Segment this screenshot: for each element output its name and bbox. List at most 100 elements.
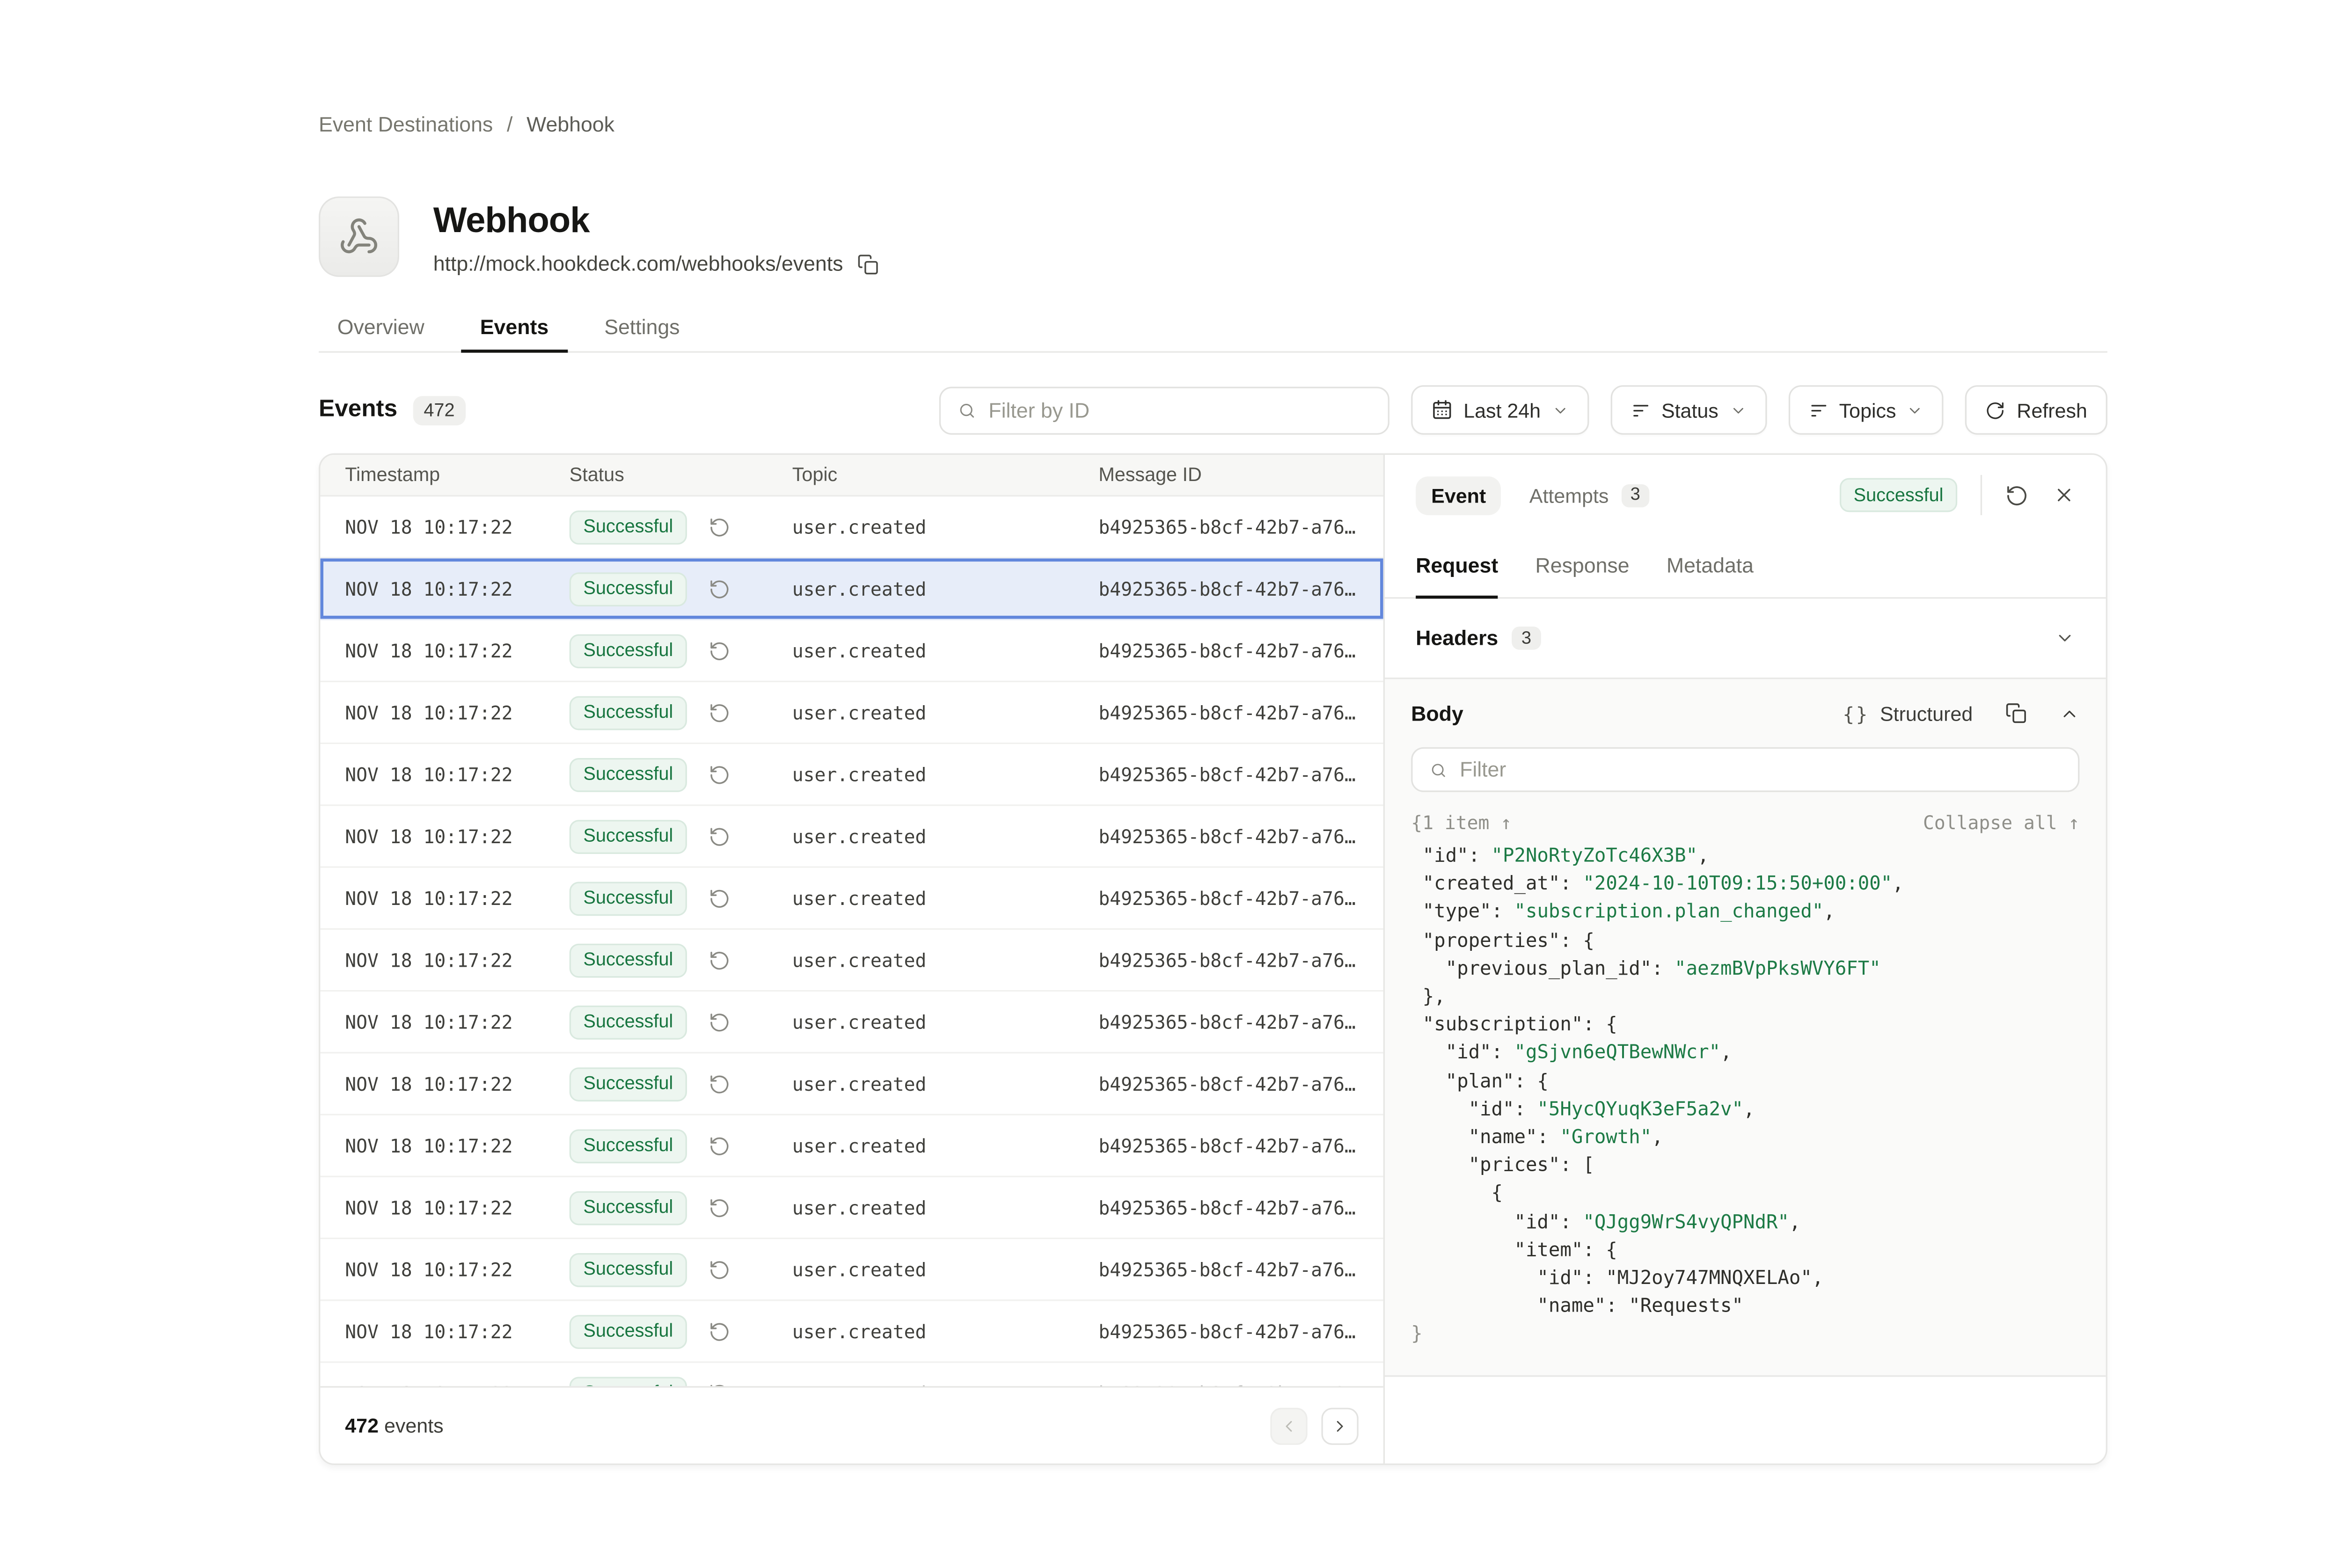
json-viewer: "id": "P2NoRtyZoTc46X3B", "created_at": … — [1411, 842, 2079, 1349]
event-row[interactable]: NOV 18 10:17:22 Successful user.created … — [320, 1116, 1383, 1177]
row-retry-button[interactable] — [709, 949, 730, 970]
event-row[interactable]: NOV 18 10:17:22 Successful user.created … — [320, 744, 1383, 806]
subtab-request[interactable]: Request — [1416, 535, 1498, 597]
row-status-badge: Successful — [570, 634, 687, 668]
search-icon — [1430, 760, 1448, 779]
tab-overview[interactable]: Overview — [319, 308, 443, 351]
headers-section-toggle[interactable]: Headers 3 — [1385, 598, 2106, 678]
body-filter-input[interactable] — [1460, 758, 2061, 781]
event-row[interactable]: NOV 18 10:17:22 Successful user.created … — [320, 496, 1383, 558]
event-row[interactable]: NOV 18 10:17:22 Successful user.created … — [320, 1239, 1383, 1301]
chevron-right-icon — [1331, 1416, 1349, 1435]
retry-icon — [709, 949, 730, 970]
prev-page-button[interactable] — [1270, 1407, 1307, 1444]
row-retry-button[interactable] — [709, 640, 730, 661]
breadcrumb-parent[interactable]: Event Destinations — [319, 113, 493, 136]
row-retry-button[interactable] — [709, 578, 730, 599]
detail-header: Event Attempts 3 Successful — [1385, 455, 2106, 535]
filter-by-id-input[interactable] — [988, 398, 1371, 422]
calendar-icon — [1431, 399, 1453, 421]
root-item-toggle[interactable]: {1 item ↑ — [1411, 812, 1512, 834]
tab-events[interactable]: Events — [461, 308, 567, 351]
row-retry-button[interactable] — [709, 516, 730, 538]
event-row[interactable]: NOV 18 10:17:22 Successful user.created … — [320, 806, 1383, 868]
row-retry-button[interactable] — [709, 1196, 730, 1218]
row-topic: user.created — [792, 640, 1099, 661]
row-message-id: b4925365-b8cf-42b7-a76… — [1098, 1259, 1383, 1280]
page-title: Webhook — [433, 199, 879, 241]
row-status-badge: Successful — [570, 757, 687, 791]
row-message-id: b4925365-b8cf-42b7-a76… — [1098, 1196, 1383, 1218]
row-retry-button[interactable] — [709, 1135, 730, 1156]
row-message-id: b4925365-b8cf-42b7-a76… — [1098, 825, 1383, 847]
date-range-button[interactable]: Last 24h — [1411, 385, 1589, 435]
copy-url-button[interactable] — [857, 253, 878, 275]
event-row[interactable]: NOV 18 10:17:22 Successful user.created … — [320, 559, 1383, 620]
divider — [1981, 475, 1982, 515]
retry-icon — [709, 701, 730, 723]
row-retry-button[interactable] — [709, 1320, 730, 1342]
row-retry-button[interactable] — [709, 1011, 730, 1033]
row-message-id: b4925365-b8cf-42b7-a76… — [1098, 1135, 1383, 1156]
row-status-badge: Successful — [570, 1129, 687, 1163]
row-status-badge: Successful — [570, 1190, 687, 1225]
event-row[interactable]: NOV 18 10:17:22 Successful user.created … — [320, 1177, 1383, 1239]
tab-settings[interactable]: Settings — [586, 308, 699, 351]
events-total: 472 events — [345, 1414, 443, 1437]
row-retry-button[interactable] — [709, 764, 730, 785]
row-message-id: b4925365-b8cf-42b7-a76… — [1098, 701, 1383, 723]
next-page-button[interactable] — [1321, 1407, 1358, 1444]
row-timestamp: NOV 18 10:17:22 — [345, 1320, 569, 1342]
subtab-metadata[interactable]: Metadata — [1667, 535, 1754, 597]
chevron-down-icon — [2055, 628, 2075, 648]
event-row[interactable]: NOV 18 10:17:22 Successful user.created … — [320, 1301, 1383, 1363]
event-row[interactable]: NOV 18 10:17:22 Successful user.created … — [320, 620, 1383, 682]
body-filter-search[interactable] — [1411, 747, 2079, 792]
row-retry-button[interactable] — [709, 701, 730, 723]
row-retry-button[interactable] — [709, 1259, 730, 1280]
row-topic: user.created — [792, 1073, 1099, 1094]
row-timestamp: NOV 18 10:17:22 — [345, 1196, 569, 1218]
structured-toggle[interactable]: {} Structured — [1843, 701, 1973, 725]
status-filter-button[interactable]: Status — [1610, 385, 1766, 435]
collapse-body-button[interactable] — [2059, 703, 2079, 723]
col-topic: Topic — [792, 464, 1099, 486]
row-message-id: b4925365-b8cf-42b7-a76… — [1098, 764, 1383, 785]
retry-icon — [709, 516, 730, 538]
row-message-id: b4925365-b8cf-42b7-a76… — [1098, 949, 1383, 970]
detail-tab-attempts[interactable]: Attempts 3 — [1529, 483, 1650, 507]
event-row[interactable]: NOV 18 10:17:22 Successful user.created … — [320, 992, 1383, 1053]
filter-lines-icon — [1808, 400, 1828, 420]
close-panel-button[interactable] — [2053, 484, 2075, 506]
detail-tab-event[interactable]: Event — [1416, 476, 1501, 515]
page-tabs: Overview Events Settings — [319, 308, 2107, 353]
event-row[interactable]: NOV 18 10:17:22 Successful user.created … — [320, 1053, 1383, 1115]
row-retry-button[interactable] — [709, 1073, 730, 1094]
filter-by-id-search[interactable] — [939, 386, 1389, 434]
braces-icon: {} — [1843, 701, 1869, 725]
row-timestamp: NOV 18 10:17:22 — [345, 1259, 569, 1280]
event-row[interactable]: NOV 18 10:17:22 Successful user.created … — [320, 1363, 1383, 1389]
event-row[interactable]: NOV 18 10:17:22 Successful user.created … — [320, 868, 1383, 930]
retry-event-button[interactable] — [2005, 483, 2029, 507]
retry-icon — [709, 825, 730, 847]
event-row[interactable]: NOV 18 10:17:22 Successful user.created … — [320, 682, 1383, 744]
events-table: Timestamp Status Topic Message ID NOV 18… — [320, 455, 1383, 1464]
topics-filter-button[interactable]: Topics — [1788, 385, 1944, 435]
row-timestamp: NOV 18 10:17:22 — [345, 640, 569, 661]
search-icon — [958, 400, 976, 420]
breadcrumb-current[interactable]: Webhook — [526, 113, 614, 136]
row-topic: user.created — [792, 1259, 1099, 1280]
copy-icon — [2005, 702, 2027, 724]
body-section: Body {} Structured — [1385, 678, 2106, 1377]
collapse-all-button[interactable]: Collapse all ↑ — [1923, 812, 2079, 834]
event-row[interactable]: NOV 18 10:17:22 Successful user.created … — [320, 930, 1383, 992]
row-message-id: b4925365-b8cf-42b7-a76… — [1098, 640, 1383, 661]
refresh-button[interactable]: Refresh — [1966, 385, 2107, 435]
retry-icon — [709, 640, 730, 661]
events-toolbar: Events 472 Last 24h Status Topics — [319, 385, 2107, 435]
subtab-response[interactable]: Response — [1536, 535, 1630, 597]
row-retry-button[interactable] — [709, 887, 730, 909]
row-retry-button[interactable] — [709, 825, 730, 847]
copy-body-button[interactable] — [2005, 702, 2027, 724]
